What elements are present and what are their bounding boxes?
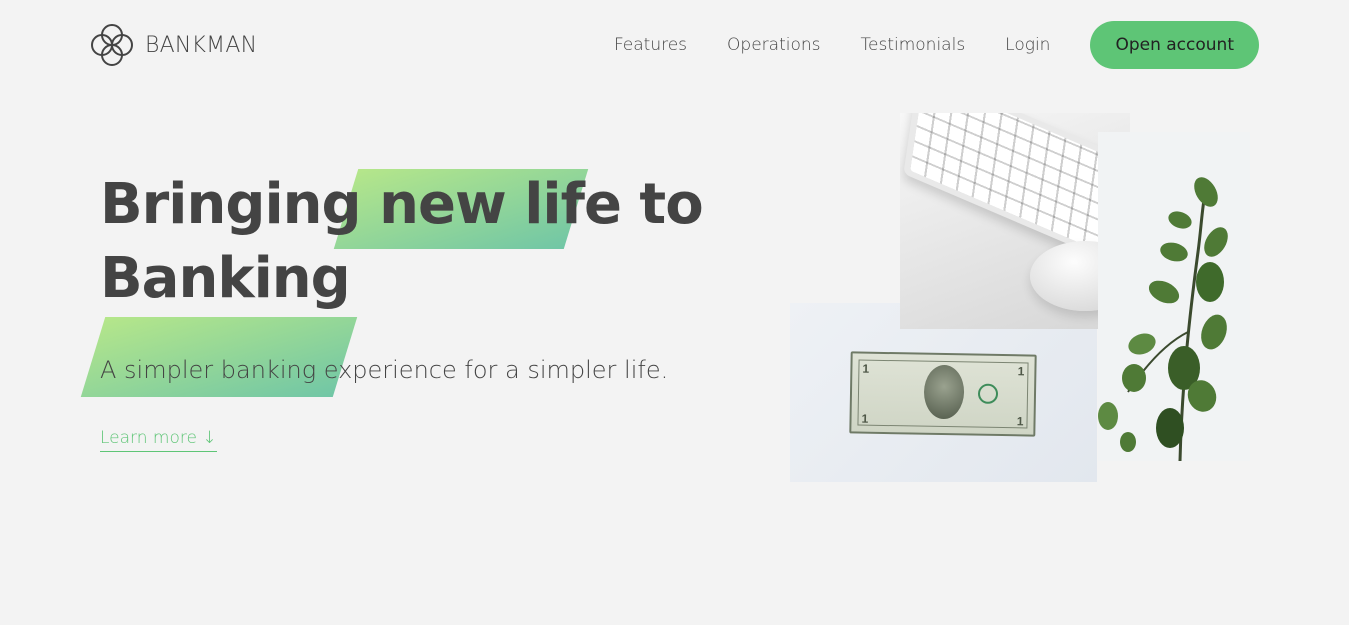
hero-title-highlight-2: Banking bbox=[100, 246, 351, 311]
eucalyptus-plant-image bbox=[1098, 177, 1228, 461]
nav-links: Features Operations Testimonials Login O… bbox=[614, 21, 1259, 69]
nav-link-login[interactable]: Login bbox=[1005, 35, 1050, 55]
hero-title-line-1: Bringing new life to bbox=[100, 168, 704, 249]
dollar-bill-image: 1 1 1 1 bbox=[849, 351, 1037, 437]
eucalyptus-plant-photo bbox=[1098, 132, 1250, 461]
dollar-bill-photo: 1 1 1 1 bbox=[790, 303, 1097, 482]
hero-title-part-1: Bringing bbox=[100, 172, 362, 237]
hero-title-highlight-1: new life bbox=[379, 172, 622, 237]
keyboard-mouse-photo bbox=[900, 113, 1130, 329]
brand-logo[interactable]: BANKMAN bbox=[89, 22, 257, 68]
interlocking-circles-logo-icon bbox=[91, 24, 133, 66]
open-account-button[interactable]: Open account bbox=[1090, 21, 1259, 69]
hero-title: Bringing new life to Banking bbox=[80, 168, 704, 397]
top-navigation: BANKMAN Features Operations Testimonials… bbox=[0, 0, 1349, 90]
hero-title-part-2: to bbox=[639, 172, 703, 237]
learn-more-link[interactable]: Learn more ↓ bbox=[100, 428, 217, 452]
brand-name: BANKMAN bbox=[145, 32, 258, 58]
nav-link-features[interactable]: Features bbox=[614, 35, 687, 55]
hero-subtitle: A simpler banking experience for a simpl… bbox=[100, 356, 669, 384]
nav-link-testimonials[interactable]: Testimonials bbox=[861, 35, 966, 55]
nav-link-operations[interactable]: Operations bbox=[727, 35, 820, 55]
hero-title-line-2: Banking bbox=[80, 242, 703, 397]
